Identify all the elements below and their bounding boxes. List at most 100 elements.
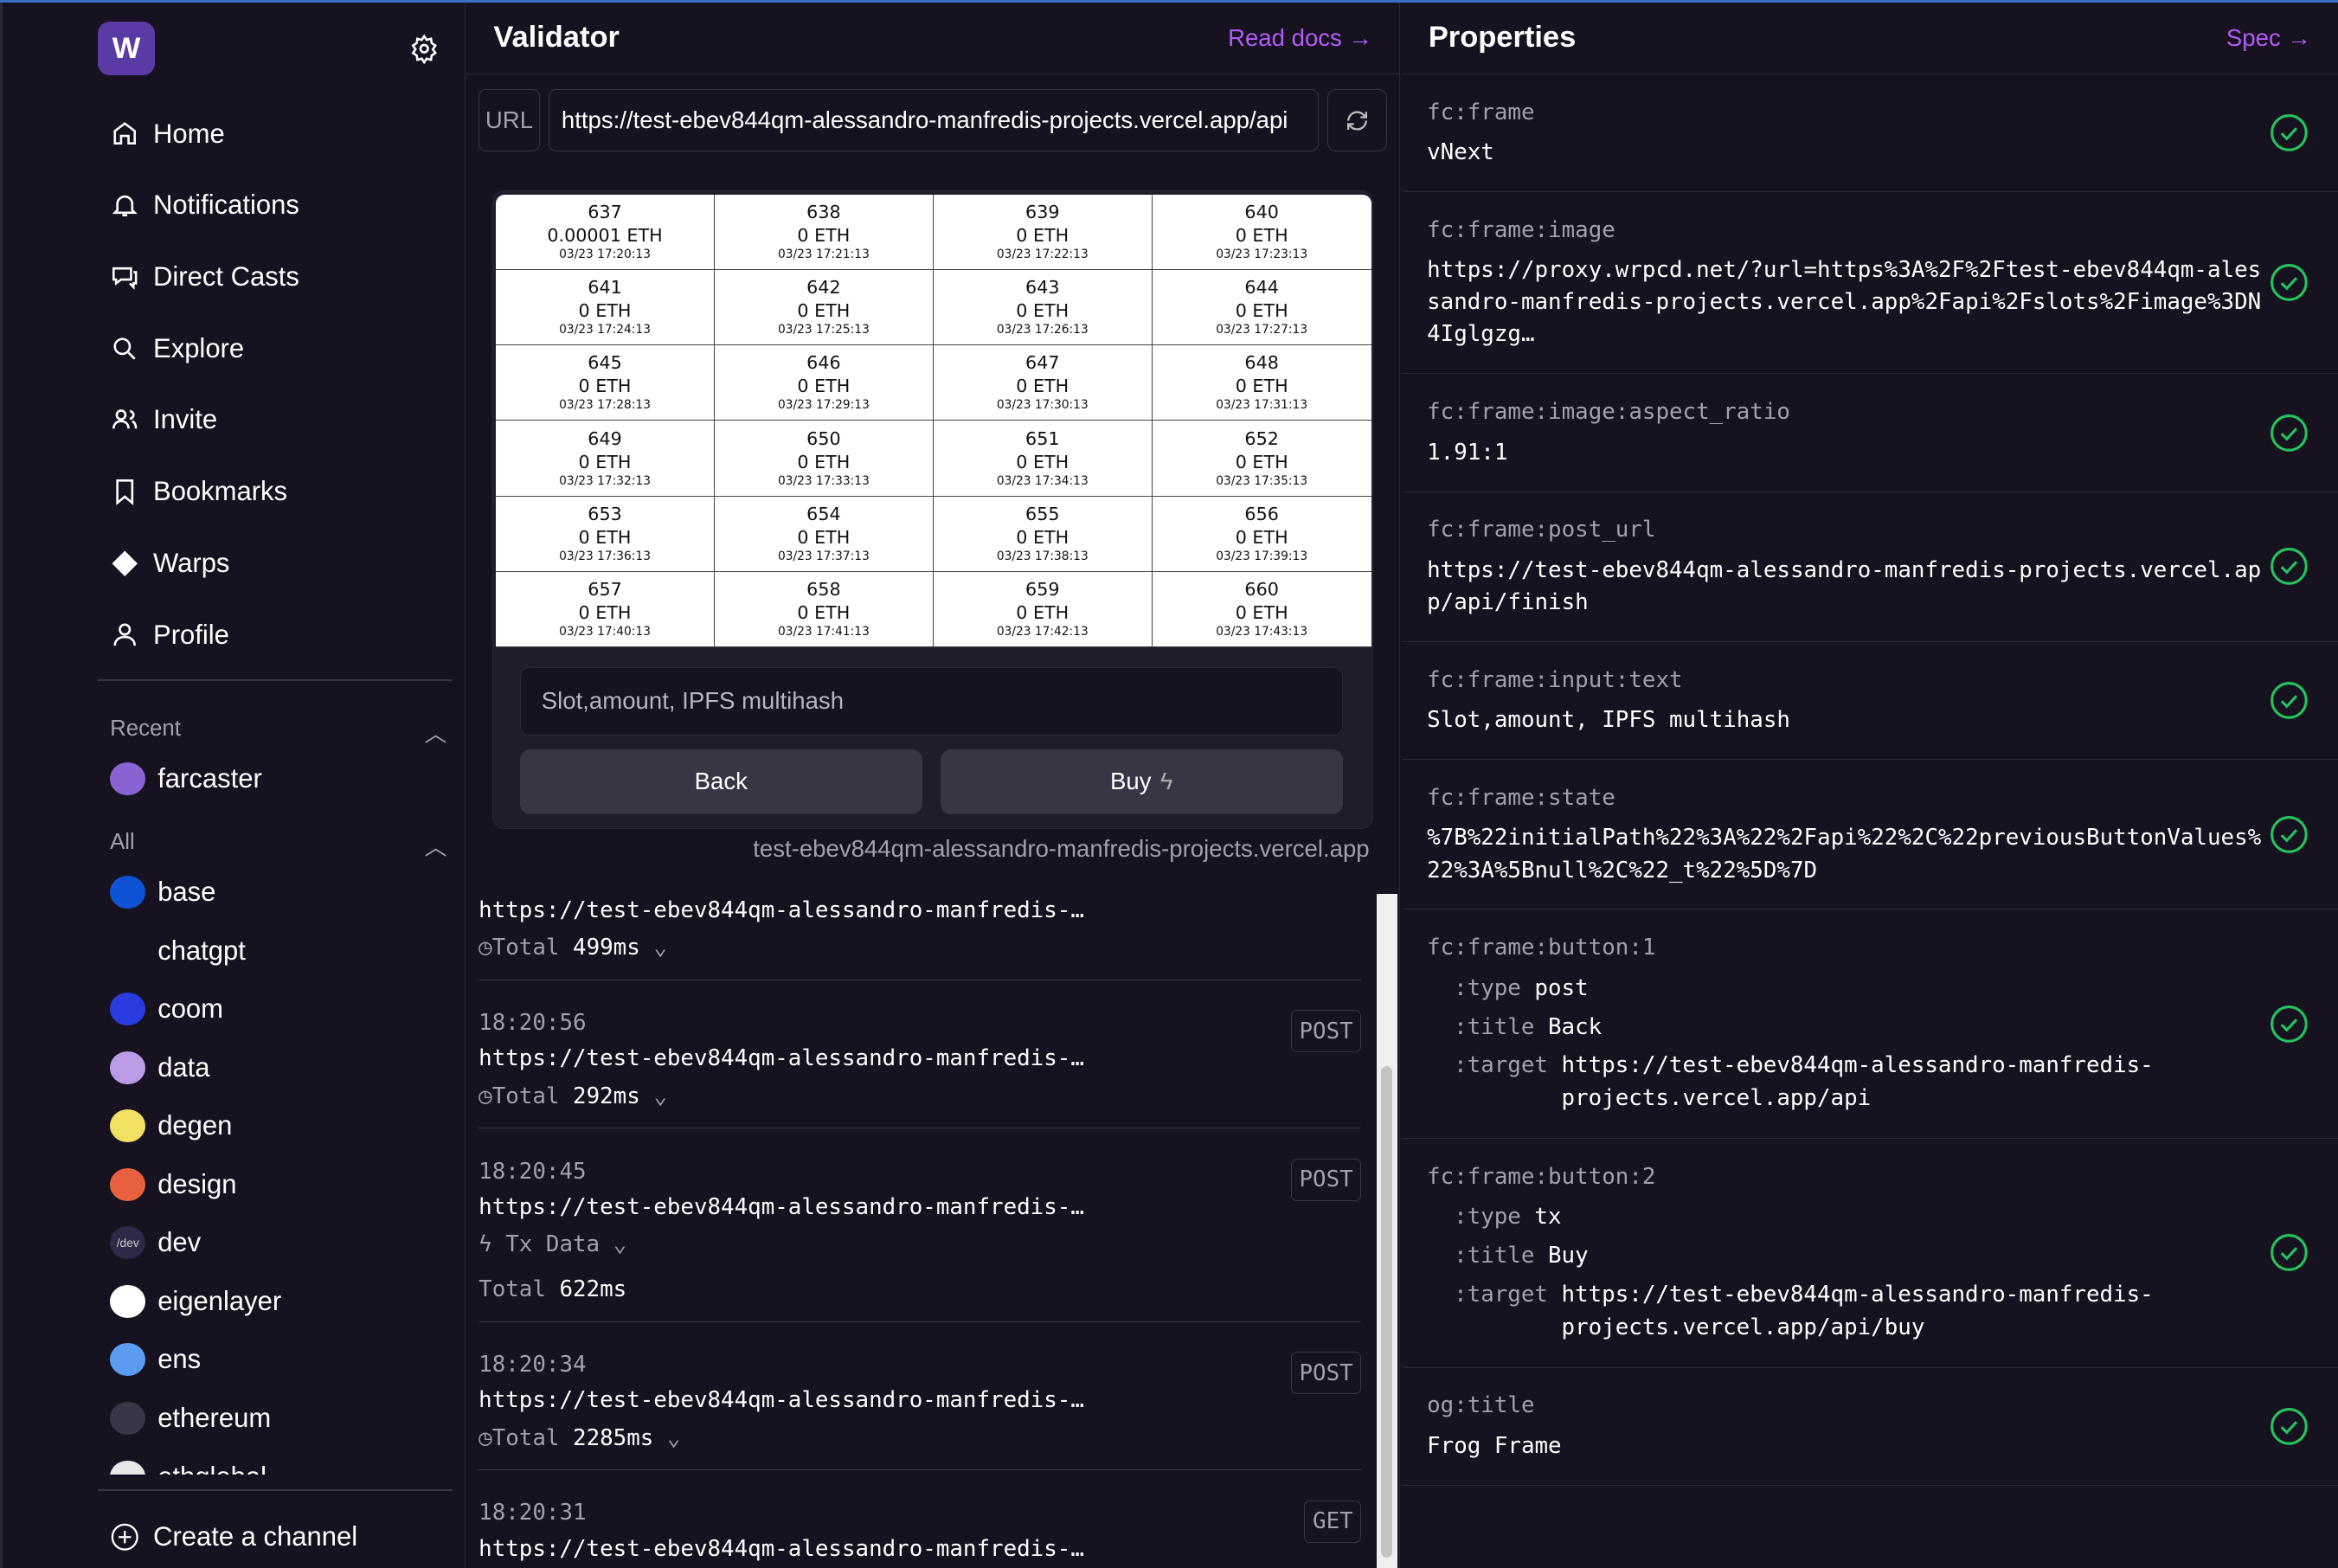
slot-amount: 0 ETH bbox=[578, 451, 632, 472]
log-time: 18:20:31 bbox=[479, 1500, 587, 1526]
nav-item-direct-casts[interactable]: Direct Casts bbox=[110, 241, 299, 313]
sidebar: W Home Notifications Direct Casts Explore In… bbox=[0, 3, 466, 1568]
nav-label: Notifications bbox=[153, 190, 299, 221]
scrollbar-thumb[interactable] bbox=[1380, 1065, 1393, 1558]
slot-cell: 649 0 ETH 03/23 17:32:13 bbox=[496, 421, 715, 497]
validator-panel: ValidatorRead docs → URL 6370.00001 ETH0… bbox=[466, 3, 1401, 1568]
slot-amount: 0 ETH bbox=[1235, 300, 1288, 322]
chevron-down-icon: ⌄ bbox=[639, 1083, 667, 1109]
properties-panel: Properties Spec → fc:frame vNext fc:frame:i… bbox=[1401, 3, 2338, 1568]
channel-data[interactable]: data bbox=[110, 1038, 453, 1097]
property-sub: :title Back bbox=[1454, 1013, 1603, 1040]
channel-ethereum[interactable]: ethereum bbox=[110, 1389, 453, 1448]
nav-item-explore[interactable]: Explore bbox=[110, 312, 299, 384]
url-input[interactable] bbox=[549, 88, 1320, 152]
channel-chatgpt[interactable]: chatgpt bbox=[110, 922, 453, 980]
channel-name: chatgpt bbox=[157, 935, 246, 966]
log-entry[interactable]: 18:20:45 https://test-ebev844qm-alessandr… bbox=[479, 1128, 1362, 1322]
channel-degen[interactable]: degen bbox=[110, 1096, 453, 1155]
frame-text-input[interactable] bbox=[519, 666, 1343, 736]
log-total[interactable]: ◷Total 292ms ⌄ bbox=[479, 1077, 1361, 1116]
nav-label: Bookmarks bbox=[153, 476, 288, 507]
chevron-down-icon: ⌄ bbox=[653, 1424, 681, 1451]
slot-number: 640 bbox=[1244, 201, 1279, 222]
nav-item-bookmarks[interactable]: Bookmarks bbox=[110, 456, 299, 528]
scrollbar[interactable] bbox=[1376, 894, 1397, 1568]
method-badge: GET bbox=[1304, 1500, 1362, 1543]
channel-base[interactable]: base bbox=[110, 863, 453, 922]
main-nav: Home Notifications Direct Casts Explore Invi… bbox=[110, 98, 299, 671]
nav-item-warps[interactable]: Warps bbox=[110, 528, 299, 600]
gear-icon[interactable] bbox=[409, 34, 439, 64]
log-time: 18:20:45 bbox=[479, 1158, 587, 1185]
channel-name: base bbox=[157, 877, 216, 908]
chevron-up-icon[interactable]: ︿ bbox=[425, 717, 447, 749]
channel-ethglobal[interactable]: ethglobal bbox=[110, 1448, 453, 1475]
slot-number: 647 bbox=[1025, 352, 1060, 374]
slot-amount: 0 ETH bbox=[1016, 451, 1069, 472]
buy-button[interactable]: Buy ϟ bbox=[940, 749, 1343, 815]
channel-design[interactable]: design bbox=[110, 1155, 453, 1214]
property-value: https://proxy.wrpcd.net/?url=https%3A%2F… bbox=[1427, 257, 2262, 348]
slot-cell: 647 0 ETH 03/23 17:30:13 bbox=[933, 345, 1153, 421]
slot-number: 646 bbox=[806, 352, 841, 374]
slot-time: 03/23 17:25:13 bbox=[777, 322, 870, 337]
warpcast-logo[interactable]: W bbox=[98, 22, 155, 76]
nav-item-home[interactable]: Home bbox=[110, 98, 299, 170]
channel-farcaster[interactable]: farcaster bbox=[110, 749, 453, 808]
lightning-icon: ϟ bbox=[479, 1231, 506, 1258]
slot-amount: 0 ETH bbox=[797, 451, 851, 472]
nav-item-notifications[interactable]: Notifications bbox=[110, 170, 299, 241]
all-channels[interactable]: base chatgpt coom data degen design/dev dev eig… bbox=[110, 863, 453, 1475]
user-icon bbox=[113, 623, 137, 646]
log-total[interactable]: ◷Total 499ms ⌄ bbox=[479, 929, 1361, 967]
frame-image[interactable]: 637 0.00001 ETH 03/23 17:20:13 638 0 ETH 03/2… bbox=[496, 194, 1371, 648]
refresh-button[interactable] bbox=[1327, 88, 1388, 152]
slot-cell: 650 0 ETH 03/23 17:33:13 bbox=[714, 421, 934, 497]
recent-header[interactable]: Recent ︿ bbox=[110, 717, 446, 749]
slot-time: 03/23 17:21:13 bbox=[777, 247, 870, 261]
log-url: https://test-ebev844qm-alessandro-manfre… bbox=[479, 1387, 1084, 1414]
channel-name: dev bbox=[157, 1227, 202, 1258]
chevron-up-icon[interactable]: ︿ bbox=[425, 830, 447, 862]
log-entry[interactable]: 18:20:31 https://test-ebev844qm-alessandr… bbox=[479, 1470, 1362, 1567]
check-circle-icon bbox=[2270, 815, 2308, 853]
slot-cell: 642 0 ETH 03/23 17:25:13 bbox=[714, 269, 934, 346]
plus-circle-icon bbox=[111, 1523, 138, 1551]
lightning-icon: ϟ bbox=[1159, 768, 1173, 795]
channel-eigenlayer[interactable]: eigenlayer bbox=[110, 1272, 453, 1331]
log-entry[interactable]: 18:20:56 https://test-ebev844qm-alessandr… bbox=[479, 980, 1362, 1129]
back-button[interactable]: Back bbox=[519, 749, 922, 815]
chevron-down-icon: ⌄ bbox=[600, 1231, 627, 1258]
slot-cell: 637 0.00001 ETH 03/23 17:20:13 bbox=[496, 194, 715, 270]
log-entry[interactable]: 18:20:34 https://test-ebev844qm-alessandr… bbox=[479, 1322, 1362, 1471]
log-total[interactable]: ◷Total 2285ms ⌄ bbox=[479, 1419, 1361, 1458]
slot-number: 656 bbox=[1244, 504, 1279, 525]
slot-amount: 0 ETH bbox=[1235, 526, 1288, 548]
tx-data-toggle[interactable]: ϟ Tx Data ⌄ bbox=[479, 1225, 1361, 1264]
slot-amount: 0 ETH bbox=[578, 602, 632, 624]
read-docs-link[interactable]: Read docs → bbox=[1228, 24, 1372, 52]
channel-name: data bbox=[157, 1051, 210, 1083]
clock-icon: ◷ bbox=[479, 1083, 492, 1109]
all-header[interactable]: All ︿ bbox=[110, 830, 446, 862]
check-circle-icon bbox=[2270, 1407, 2308, 1445]
slot-number: 637 bbox=[588, 201, 622, 222]
property-row: fc:frame:post_url https://test-ebev844qm-… bbox=[1401, 492, 2338, 642]
channel-name: ens bbox=[157, 1344, 202, 1375]
nav-item-profile[interactable]: Profile bbox=[110, 599, 299, 671]
channel-coom[interactable]: coom bbox=[110, 980, 453, 1038]
channel-ens[interactable]: ens bbox=[110, 1331, 453, 1390]
slot-cell: 653 0 ETH 03/23 17:36:13 bbox=[496, 496, 715, 573]
spec-link[interactable]: Spec → bbox=[2226, 24, 2311, 52]
nav-item-invite[interactable]: Invite bbox=[110, 384, 299, 456]
create-channel-button[interactable]: Create a channel bbox=[110, 1501, 357, 1568]
property-row: fc:frame:button:2:type tx:title Buy:targ… bbox=[1401, 1139, 2338, 1368]
log-entry[interactable]: https://test-ebev844qm-alessandro-manfre… bbox=[479, 893, 1362, 980]
slot-time: 03/23 17:37:13 bbox=[777, 549, 870, 563]
channel-dev[interactable]: /dev dev bbox=[110, 1214, 453, 1273]
bookmark-icon bbox=[116, 479, 134, 505]
search-icon bbox=[113, 337, 136, 360]
refresh-icon bbox=[1347, 111, 1368, 131]
channel-name: farcaster bbox=[157, 763, 262, 794]
